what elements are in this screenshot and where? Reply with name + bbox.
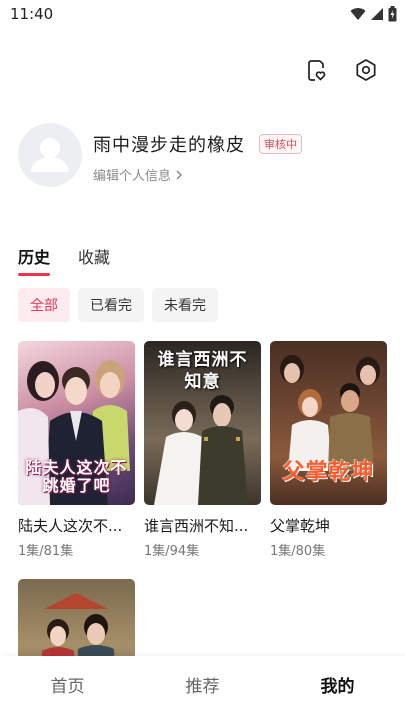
filter-all[interactable]: 全部: [18, 288, 70, 322]
top-actions: [303, 57, 379, 83]
bottom-nav: 首页 推荐 我的: [0, 656, 405, 720]
avatar[interactable]: [18, 123, 82, 187]
review-status-badge: 审核中: [259, 134, 302, 154]
filter-finished[interactable]: 已看完: [78, 288, 144, 322]
drama-progress: 1集/80集: [270, 544, 326, 559]
library-tabs: 历史 收藏: [18, 244, 110, 276]
nav-mine[interactable]: 我的: [270, 656, 405, 720]
profile-header: 雨中漫步走的橡皮 审核中 编辑个人信息: [18, 123, 388, 187]
drama-poster[interactable]: 陆夫人这次不跳婚了吧: [18, 341, 135, 505]
poster-title: 陆夫人这次不跳婚了吧: [25, 458, 128, 495]
signal-icon: [371, 8, 383, 20]
status-icons: [350, 6, 397, 22]
tab-history[interactable]: 历史: [18, 244, 51, 276]
drama-poster[interactable]: 谁言西洲不知意: [144, 341, 261, 505]
settings-button[interactable]: [353, 57, 379, 83]
battery-icon: [388, 6, 397, 22]
username: 雨中漫步走的橡皮: [93, 135, 245, 156]
edit-profile-link[interactable]: 编辑个人信息: [93, 165, 185, 184]
drama-title: 父掌乾坤: [270, 517, 331, 535]
wifi-icon: [350, 8, 366, 20]
bookmark-heart-icon: [308, 60, 326, 81]
default-avatar-icon: [31, 138, 69, 172]
drama-title: 谁言西洲不知...: [144, 517, 249, 535]
nav-home[interactable]: 首页: [0, 656, 135, 720]
nav-recommend[interactable]: 推荐: [135, 656, 270, 720]
filter-unfinished[interactable]: 未看完: [152, 288, 218, 322]
drama-card[interactable]: 谁言西洲不知意 谁言西洲不知... 1集/94集: [144, 341, 261, 559]
edit-profile-label: 编辑个人信息: [93, 169, 172, 184]
poster-title: 谁言西洲不知意: [157, 350, 248, 392]
status-bar: 11:40: [0, 0, 405, 30]
poster-title: 父掌乾坤: [282, 460, 375, 485]
settings-icon: [356, 59, 376, 81]
favorites-button[interactable]: [303, 57, 329, 83]
status-time: 11:40: [10, 5, 54, 23]
drama-title: 陆夫人这次不...: [18, 517, 123, 535]
chevron-right-icon: [176, 169, 183, 180]
drama-card[interactable]: 父掌乾坤 父掌乾坤 1集/80集: [270, 341, 387, 559]
drama-progress: 1集/81集: [18, 544, 74, 559]
filter-chips: 全部 已看完 未看完: [18, 288, 218, 322]
drama-progress: 1集/94集: [144, 544, 200, 559]
drama-card[interactable]: 陆夫人这次不跳婚了吧 陆夫人这次不... 1集/81集: [18, 341, 135, 559]
drama-poster[interactable]: 父掌乾坤: [270, 341, 387, 505]
tab-favorites[interactable]: 收藏: [78, 244, 110, 276]
